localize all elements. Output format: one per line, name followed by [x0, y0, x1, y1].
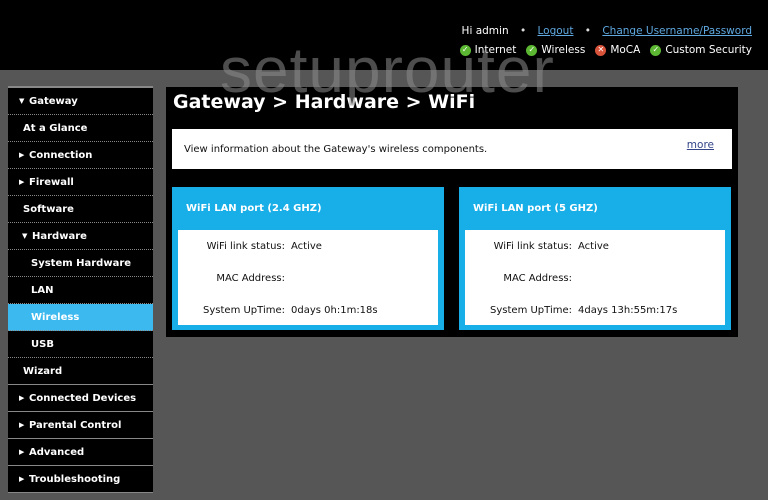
sidebar-item-label: Parental Control: [29, 419, 122, 431]
sidebar-item-label: Firewall: [29, 176, 74, 188]
caret-right-icon: ▶: [19, 421, 25, 429]
status-wireless: ✓ Wireless: [526, 44, 585, 56]
wifi-24ghz-card: WiFi LAN port (2.4 GHZ) WiFi link status…: [172, 187, 444, 330]
sidebar-item-label: Troubleshooting: [29, 473, 121, 485]
field-label: WiFi link status:: [493, 241, 572, 252]
field-value: 0days 0h:1m:18s: [291, 305, 378, 316]
sidebar-item-label: Wireless: [31, 311, 80, 323]
sidebar-item-at-a-glance[interactable]: At a Glance: [8, 115, 153, 142]
card-body: WiFi link status: Active MAC Address: Sy…: [178, 230, 438, 325]
sidebar-item-troubleshooting[interactable]: ▶ Troubleshooting: [8, 466, 153, 493]
card-title: WiFi LAN port (2.4 GHZ): [186, 203, 322, 214]
sidebar-nav: ▼ Gateway At a Glance ▶ Connection ▶ Fir…: [8, 86, 153, 493]
sidebar-item-label: System Hardware: [31, 257, 132, 269]
caret-down-icon: ▼: [19, 97, 25, 105]
status-label: Internet: [474, 44, 517, 56]
status-custom-security: ✓ Custom Security: [650, 44, 752, 56]
greeting: Hi admin: [461, 25, 509, 37]
top-header: Hi admin • Logout • Change Username/Pass…: [0, 0, 768, 70]
caret-right-icon: ▶: [19, 448, 25, 456]
sidebar-item-label: USB: [31, 338, 54, 350]
sidebar-item-connection[interactable]: ▶ Connection: [8, 142, 153, 169]
main-panel: Gateway > Hardware > WiFi View informati…: [166, 87, 738, 337]
sidebar-item-system-hardware[interactable]: System Hardware: [8, 250, 153, 277]
description-box: View information about the Gateway's wir…: [172, 129, 732, 169]
page-title: Gateway > Hardware > WiFi: [173, 91, 476, 113]
card-body: WiFi link status: Active MAC Address: Sy…: [465, 230, 725, 325]
sidebar-item-label: LAN: [31, 284, 54, 296]
sidebar-item-advanced[interactable]: ▶ Advanced: [8, 439, 153, 466]
sidebar-item-label: Wizard: [23, 365, 63, 377]
sidebar-item-hardware[interactable]: ▼ Hardware: [8, 223, 153, 250]
wifi-5ghz-card: WiFi LAN port (5 GHZ) WiFi link status: …: [459, 187, 731, 330]
status-label: Custom Security: [665, 44, 752, 56]
x-circle-icon: ✕: [595, 44, 607, 56]
status-bar: ✓ Internet ✓ Wireless ✕ MoCA ✓ Custom Se…: [459, 44, 752, 56]
status-label: Wireless: [541, 44, 586, 56]
field-value: 4days 13h:55m:17s: [578, 305, 678, 316]
caret-down-icon: ▼: [22, 232, 28, 240]
sidebar-item-label: Connection: [29, 149, 93, 161]
separator: •: [584, 25, 591, 37]
sidebar-item-connected-devices[interactable]: ▶ Connected Devices: [8, 385, 153, 412]
separator: •: [519, 25, 527, 37]
check-circle-icon: ✓: [650, 44, 662, 56]
sidebar-item-label: Advanced: [29, 446, 85, 458]
card-title: WiFi LAN port (5 GHZ): [473, 203, 598, 214]
status-moca: ✕ MoCA: [595, 44, 640, 56]
status-internet: ✓ Internet: [459, 44, 517, 56]
sidebar-item-label: Software: [23, 203, 74, 215]
status-label: MoCA: [610, 44, 641, 56]
description-text: View information about the Gateway's wir…: [184, 144, 488, 155]
field-value: Active: [291, 241, 322, 252]
logout-link[interactable]: Logout: [538, 25, 574, 37]
caret-right-icon: ▶: [19, 151, 25, 159]
caret-right-icon: ▶: [19, 178, 25, 186]
sidebar-item-software[interactable]: Software: [8, 196, 153, 223]
change-credentials-link[interactable]: Change Username/Password: [602, 25, 752, 37]
caret-right-icon: ▶: [19, 475, 25, 483]
field-label: MAC Address:: [216, 273, 285, 284]
field-label: MAC Address:: [503, 273, 572, 284]
check-circle-icon: ✓: [526, 44, 538, 56]
field-label: System UpTime:: [203, 305, 285, 316]
sidebar-item-label: At a Glance: [23, 122, 88, 134]
caret-right-icon: ▶: [19, 394, 25, 402]
sidebar-item-wireless[interactable]: Wireless: [8, 304, 153, 331]
sidebar-item-label: Connected Devices: [29, 392, 137, 404]
sidebar-item-firewall[interactable]: ▶ Firewall: [8, 169, 153, 196]
sidebar-item-gateway[interactable]: ▼ Gateway: [8, 86, 153, 115]
field-value: Active: [578, 241, 609, 252]
check-circle-icon: ✓: [459, 44, 471, 56]
sidebar-item-lan[interactable]: LAN: [8, 277, 153, 304]
sidebar-item-usb[interactable]: USB: [8, 331, 153, 358]
user-bar: Hi admin • Logout • Change Username/Pass…: [462, 25, 752, 37]
sidebar-item-label: Hardware: [32, 230, 87, 242]
more-link[interactable]: more: [687, 139, 714, 151]
sidebar-item-label: Gateway: [29, 95, 78, 107]
sidebar-item-wizard[interactable]: Wizard: [8, 358, 153, 385]
sidebar-item-parental-control[interactable]: ▶ Parental Control: [8, 412, 153, 439]
field-label: System UpTime:: [490, 305, 572, 316]
field-label: WiFi link status:: [206, 241, 285, 252]
